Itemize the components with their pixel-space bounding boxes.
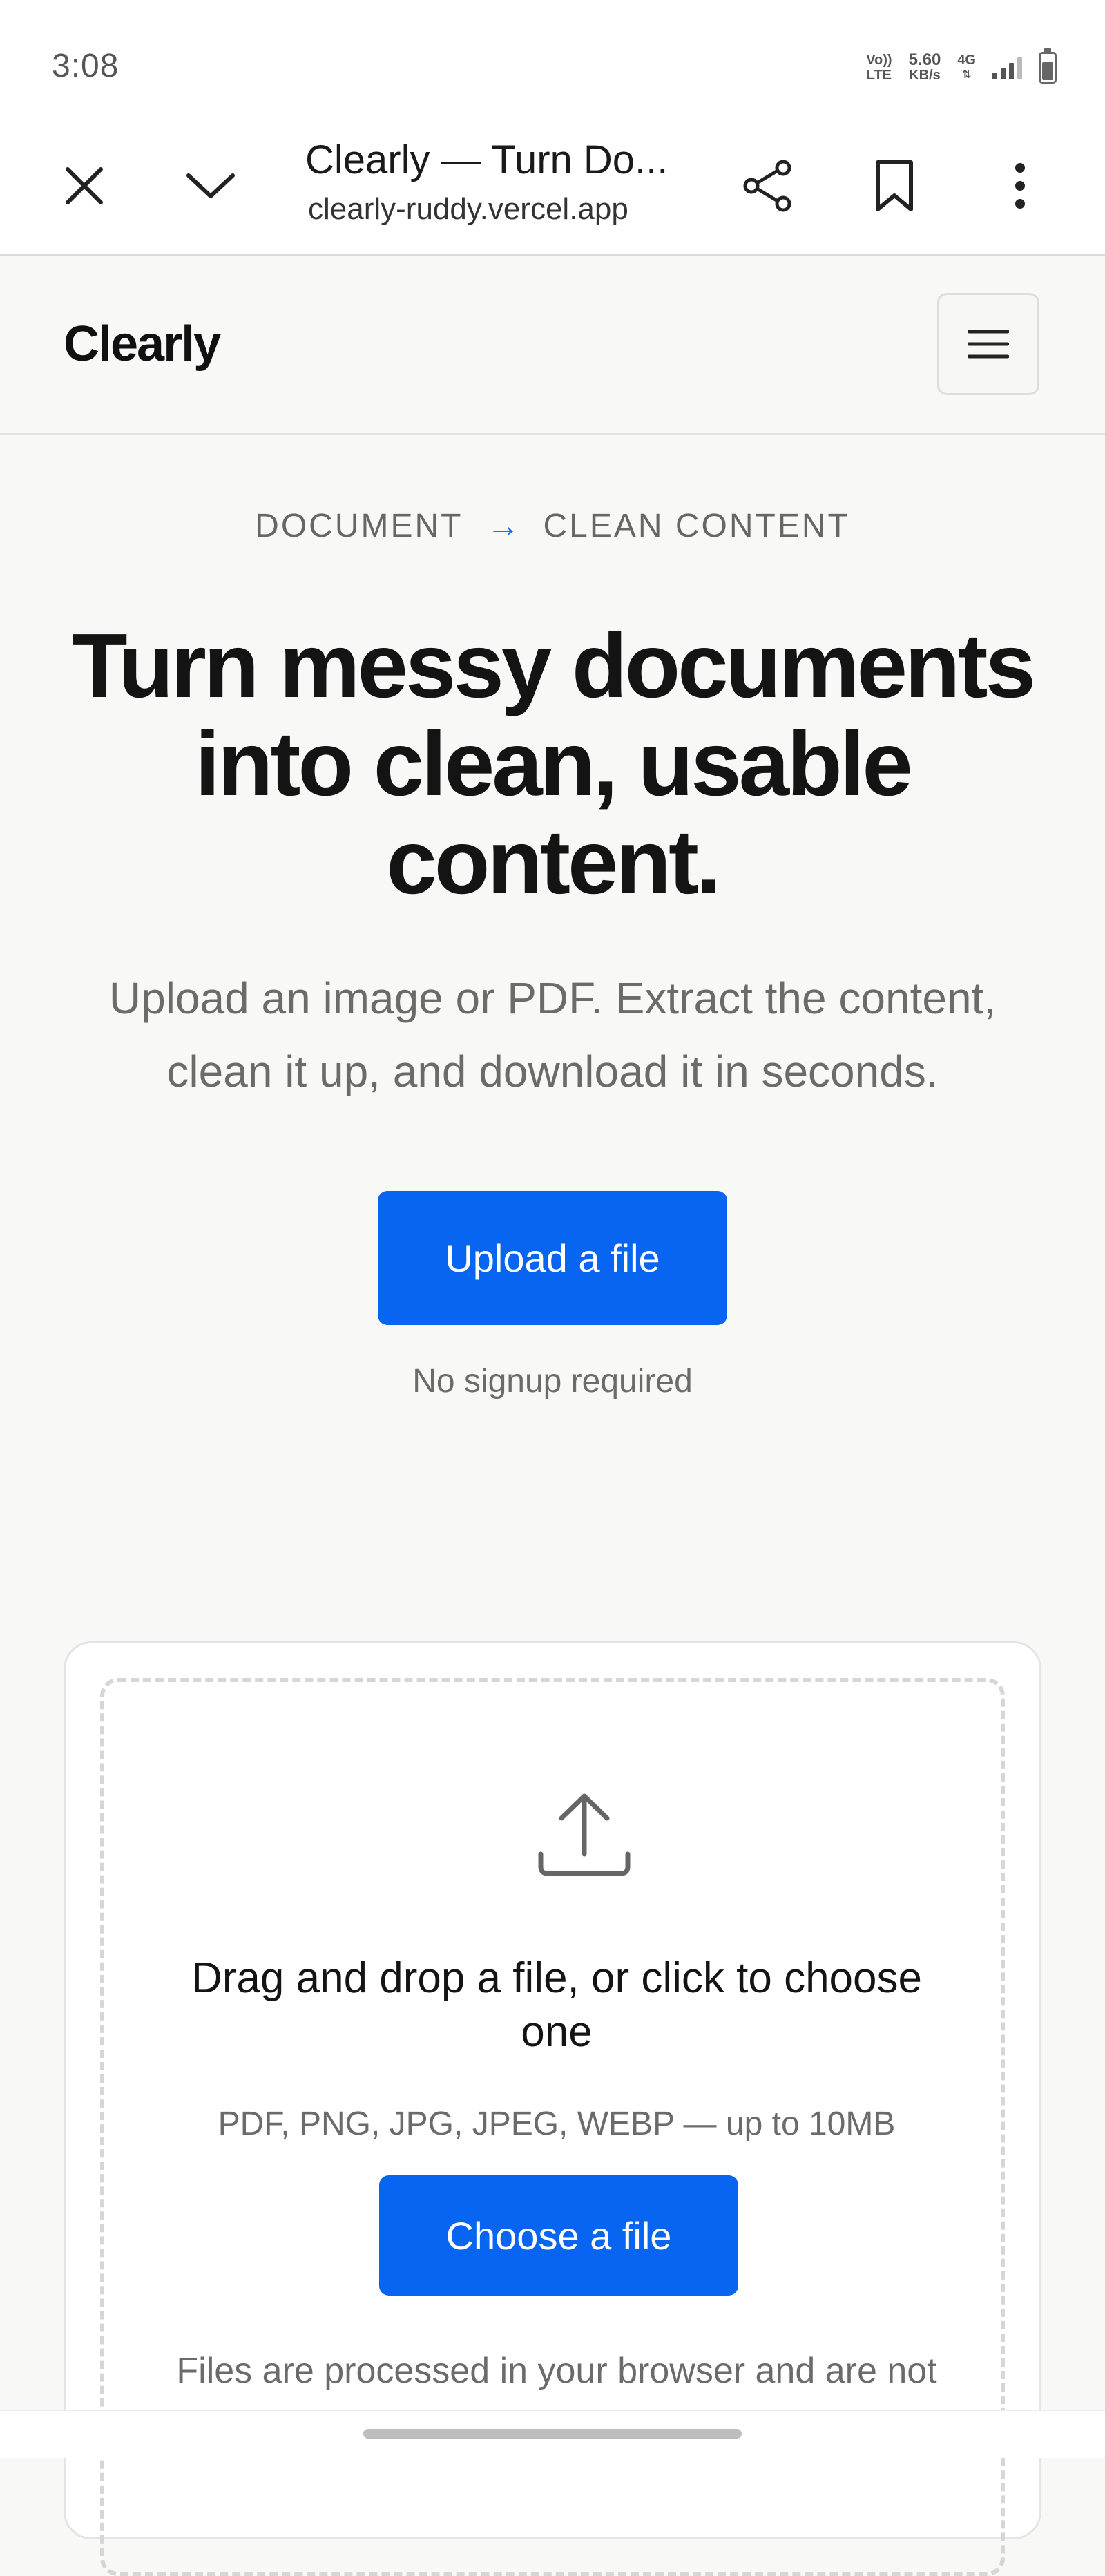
accepted-formats: PDF, PNG, JPG, JPEG, WEBP — up to 10MB xyxy=(218,2106,896,2142)
battery-icon xyxy=(1039,48,1057,84)
status-indicators: Vo)) LTE 5.60 KB/s 4G ⇅ xyxy=(866,47,1057,88)
hamburger-icon xyxy=(968,330,1009,359)
tab-title[interactable]: Clearly — Turn Do... xyxy=(305,137,692,183)
network-speed: 5.60 KB/s xyxy=(908,50,941,84)
eyebrow-left: DOCUMENT xyxy=(255,508,463,544)
status-bar: 3:08 Vo)) LTE 5.60 KB/s 4G ⇅ xyxy=(0,0,1105,124)
signup-note: No signup required xyxy=(412,1363,693,1400)
gesture-nav-bar xyxy=(0,2410,1105,2458)
upload-card: Drag and drop a file, or click to choose… xyxy=(64,1641,1041,2576)
tab-url[interactable]: clearly-ruddy.vercel.app xyxy=(308,192,695,227)
bookmark-icon[interactable] xyxy=(856,148,932,224)
hero-subtitle: Upload an image or PDF. Extract the cont… xyxy=(108,973,997,1096)
volte-indicator: Vo)) LTE xyxy=(866,53,892,83)
home-gesture-handle[interactable] xyxy=(363,2429,742,2439)
chevron-down-icon[interactable] xyxy=(173,148,249,224)
network-type: 4G ⇅ xyxy=(957,53,976,81)
choose-file-button[interactable]: Choose a file xyxy=(379,2175,738,2296)
site-logo[interactable]: Clearly xyxy=(64,316,221,372)
more-vertical-icon[interactable] xyxy=(982,148,1058,224)
eyebrow-right: CLEAN CONTENT xyxy=(543,508,850,544)
hero-title: Turn messy documents into clean, usable … xyxy=(72,615,1036,913)
hero-eyebrow: DOCUMENT → CLEAN CONTENT xyxy=(0,507,1105,545)
browser-toolbar: Clearly — Turn Do... clearly-ruddy.verce… xyxy=(0,124,1105,256)
status-time: 3:08 xyxy=(52,48,119,84)
arrow-right-icon: → xyxy=(486,508,520,544)
signal-icon xyxy=(992,56,1022,79)
dropzone-title: Drag and drop a file, or click to choose… xyxy=(191,1954,922,2056)
upload-icon xyxy=(538,1793,631,1876)
site-header: Clearly xyxy=(0,256,1105,435)
upload-file-button[interactable]: Upload a file xyxy=(378,1191,727,1325)
close-icon[interactable] xyxy=(46,148,122,224)
share-icon[interactable] xyxy=(730,148,806,224)
menu-button[interactable] xyxy=(937,293,1039,395)
